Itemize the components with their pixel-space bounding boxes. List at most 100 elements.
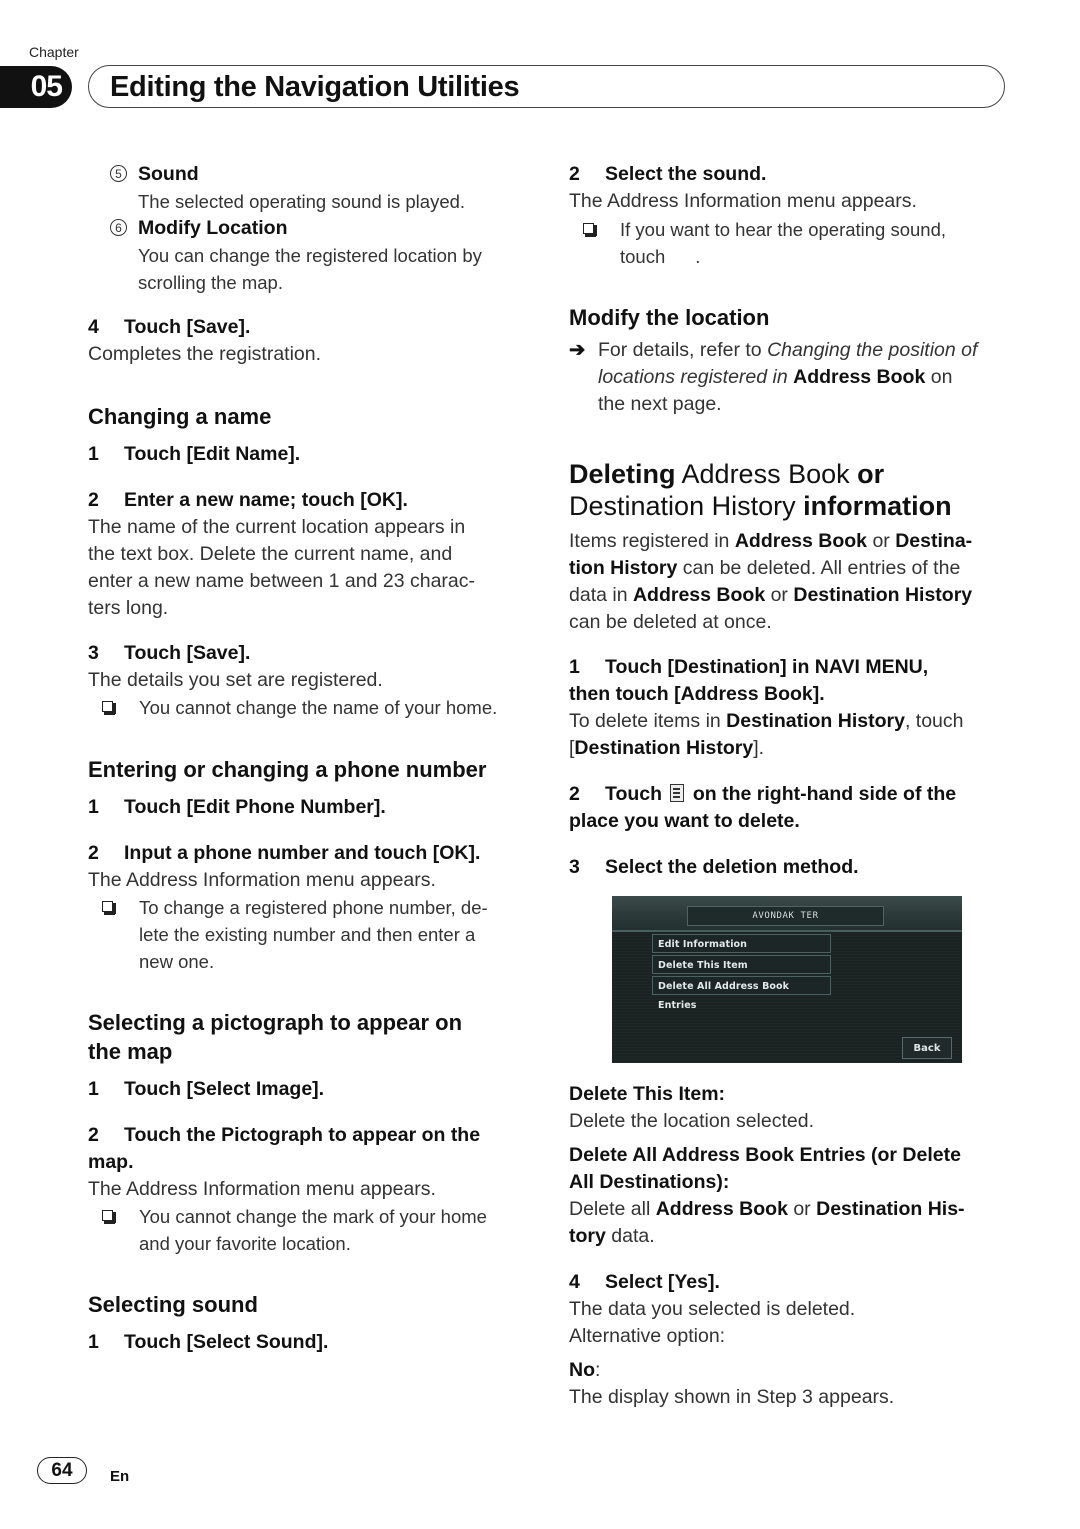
step-number: 1 — [88, 796, 99, 818]
callout-desc-line: scrolling the map. — [138, 272, 283, 293]
step-text: Touch [Save]. — [124, 316, 251, 338]
step-number: 2 — [88, 489, 99, 511]
step-text: Select [Yes]. — [605, 1271, 720, 1293]
step-text: Enter a new name; touch [OK]. — [124, 489, 408, 511]
step-1-select-sound: 1 Touch [Select Sound]. — [88, 1329, 328, 1356]
screen-menu-edit-information[interactable]: Edit Information — [652, 934, 831, 953]
chapter-label: Chapter — [29, 44, 79, 60]
note-checkbox-icon — [102, 901, 116, 915]
body-line: enter a new name between 1 and 23 charac… — [88, 570, 476, 592]
note-item: If you want to hear the operating sound,… — [569, 216, 1060, 270]
callout-number-5: 5 — [110, 165, 127, 182]
step-text: Touch [Edit Name]. — [124, 443, 301, 465]
callout-desc-line: You can change the registered location b… — [138, 245, 482, 266]
callout-item-modify-location: 6 Modify Location You can change the reg… — [88, 215, 578, 296]
note-line: To change a registered phone number, de- — [139, 897, 488, 918]
option-label: No — [569, 1359, 595, 1381]
reference-item: ➔ For details, refer to Changing the pos… — [569, 337, 1038, 418]
step-body: The Address Information menu appears. — [88, 869, 436, 891]
note-line: touch. — [620, 243, 1060, 270]
text: or — [867, 530, 896, 552]
callout-title: Modify Location — [138, 217, 288, 239]
chapter-title: Editing the Navigation Utilities — [110, 71, 520, 103]
step-number: 4 — [569, 1271, 580, 1293]
note-line: You cannot change the mark of your home — [139, 1206, 487, 1227]
option-label-line: All Destinations): — [569, 1171, 730, 1193]
bold-text: Destination History — [574, 737, 754, 759]
step-1-select-image: 1 Touch [Select Image]. — [88, 1076, 324, 1103]
bold-text: tory — [569, 1225, 606, 1247]
step-text: Touch the Pictograph to appear on the — [124, 1124, 481, 1146]
device-screen-screenshot: AVONDAK TER Edit Information Delete This… — [612, 896, 962, 1063]
step-text: Select the deletion method. — [605, 856, 859, 878]
info-list-icon — [670, 784, 685, 802]
step-number: 1 — [88, 1078, 99, 1100]
note-text: . — [695, 246, 701, 267]
step-body: The data you selected is deleted. Altern… — [569, 1296, 855, 1350]
step-2-enter-name: 2 Enter a new name; touch [OK]. — [88, 487, 408, 514]
step-number: 2 — [88, 1124, 99, 1146]
section-heading-pictograph: Selecting a pictograph to appear on the … — [88, 1008, 528, 1066]
heading-part: Deleting — [569, 459, 676, 489]
ref-text: on — [925, 366, 953, 388]
note-text: You cannot change the name of your home. — [139, 697, 498, 718]
option-delete-all: Delete All Address Book Entries (or Dele… — [569, 1142, 1019, 1250]
step-body: To delete items in Destination History, … — [569, 708, 1019, 762]
bold-text: Destination History — [793, 584, 973, 606]
step-number: 1 — [88, 443, 99, 465]
step-2-input-phone: 2 Input a phone number and touch [OK]. — [88, 840, 480, 867]
step-text: Touch — [605, 783, 663, 805]
body-line: Alternative option: — [569, 1325, 726, 1347]
text: ]. — [753, 737, 765, 759]
step-text: on the right-hand side of the — [692, 783, 957, 805]
bold-text: Destination History — [726, 710, 905, 732]
note-line: and your favorite location. — [139, 1233, 351, 1254]
alternative-option-no: No: The display shown in Step 3 appears. — [569, 1357, 894, 1411]
callout-title: Sound — [138, 163, 199, 185]
text: data in — [569, 584, 633, 606]
reference-line: the next page. — [598, 393, 722, 415]
section-heading-modify: Modify the location — [569, 305, 770, 330]
text: data. — [605, 1225, 655, 1247]
step-text-line: place you want to delete. — [569, 810, 800, 832]
bold-text: Address Book — [734, 530, 868, 552]
text: or — [787, 1198, 817, 1220]
section-heading-changing-name: Changing a name — [88, 404, 272, 429]
body-line: The data you selected is deleted. — [569, 1298, 856, 1320]
ref-link-text[interactable]: locations registered in — [598, 366, 788, 388]
page-number: 64 — [37, 1457, 87, 1484]
heading-line: the map — [88, 1039, 173, 1064]
step-4-select-yes: 4 Select [Yes]. — [569, 1269, 720, 1296]
language-code: En — [110, 1468, 130, 1485]
body-line: the text box. Delete the current name, a… — [88, 543, 453, 565]
step-text: Touch [Select Sound]. — [124, 1331, 329, 1353]
text: To delete items in — [569, 710, 727, 732]
deleting-intro: Items registered in Address Book or Dest… — [569, 528, 1019, 636]
body-line: The name of the current location appears… — [88, 516, 466, 538]
step-body: The Address Information menu appears. — [88, 1178, 436, 1200]
step-4-save: 4 Touch [Save]. — [88, 314, 250, 341]
step-text: Touch [Edit Phone Number]. — [124, 796, 386, 818]
step-number: 2 — [569, 163, 580, 185]
note-checkbox-icon — [583, 223, 597, 237]
screen-menu-delete-this-item[interactable]: Delete This Item — [652, 955, 831, 974]
text: Delete all — [569, 1198, 656, 1220]
bold-text: Destination His- — [816, 1198, 965, 1220]
ref-link-text[interactable]: Changing the position of — [767, 339, 977, 361]
screen-back-button[interactable]: Back — [902, 1037, 952, 1059]
option-desc: Delete the location selected. — [569, 1110, 814, 1132]
arrow-right-icon: ➔ — [569, 339, 586, 361]
text: can be deleted at once. — [569, 611, 772, 633]
step-1-edit-phone: 1 Touch [Edit Phone Number]. — [88, 794, 386, 821]
screen-menu-delete-all-entries[interactable]: Delete All Address Book Entries — [652, 976, 831, 1011]
step-3-select-method: 3 Select the deletion method. — [569, 854, 859, 881]
step-text: Touch [Save]. — [124, 642, 251, 664]
heading-part: Address Book — [675, 459, 858, 489]
step-number: 1 — [569, 656, 580, 678]
step-text: Touch [Select Image]. — [124, 1078, 325, 1100]
step-number: 2 — [569, 783, 580, 805]
note-item: You cannot change the name of your home. — [88, 694, 579, 721]
step-2-touch-pictograph: 2 Touch the Pictograph to appear on the m… — [88, 1122, 528, 1176]
text: : — [595, 1359, 601, 1381]
section-heading-phone: Entering or changing a phone number — [88, 757, 487, 782]
